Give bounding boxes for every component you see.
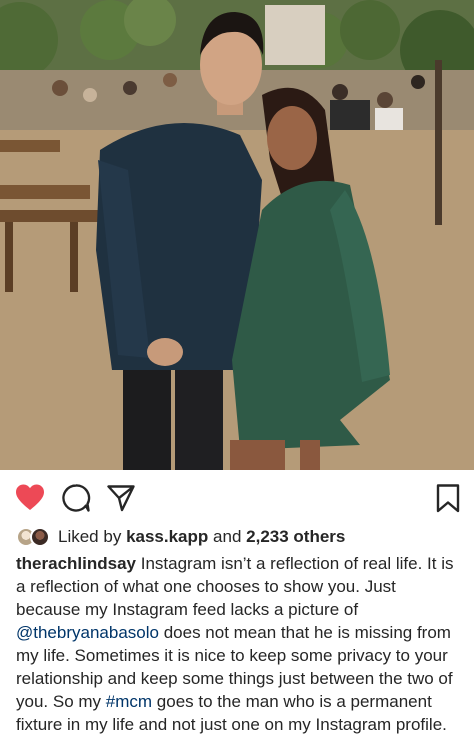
caption-hashtag[interactable]: #mcm <box>106 692 152 711</box>
likes-and: and <box>213 527 242 546</box>
likes-others-count[interactable]: 2,233 others <box>246 527 345 546</box>
post-photo[interactable] <box>0 0 474 470</box>
tree <box>340 0 400 60</box>
caption-username[interactable]: therachlindsay <box>16 554 136 573</box>
likes-prefix: Liked by <box>58 527 122 546</box>
share-icon[interactable] <box>106 483 136 513</box>
liker-avatar <box>30 527 50 547</box>
bookmark-icon[interactable] <box>433 483 463 513</box>
bench <box>0 185 90 199</box>
caption-mention[interactable]: @thebryanabasolo <box>16 623 159 642</box>
lamp-post <box>435 60 442 225</box>
photo-scene <box>0 0 474 470</box>
likes-summary[interactable]: Liked by kass.kapp and 2,233 others <box>16 526 345 548</box>
likes-text: Liked by kass.kapp and 2,233 others <box>58 526 345 548</box>
building <box>265 5 325 65</box>
first-liker-username[interactable]: kass.kapp <box>126 527 208 546</box>
heart-icon[interactable] <box>15 483 45 513</box>
comment-icon[interactable] <box>61 483 91 513</box>
post-caption: therachlindsay Instagram isn’t a reflect… <box>16 552 462 736</box>
post-action-bar <box>0 470 474 524</box>
